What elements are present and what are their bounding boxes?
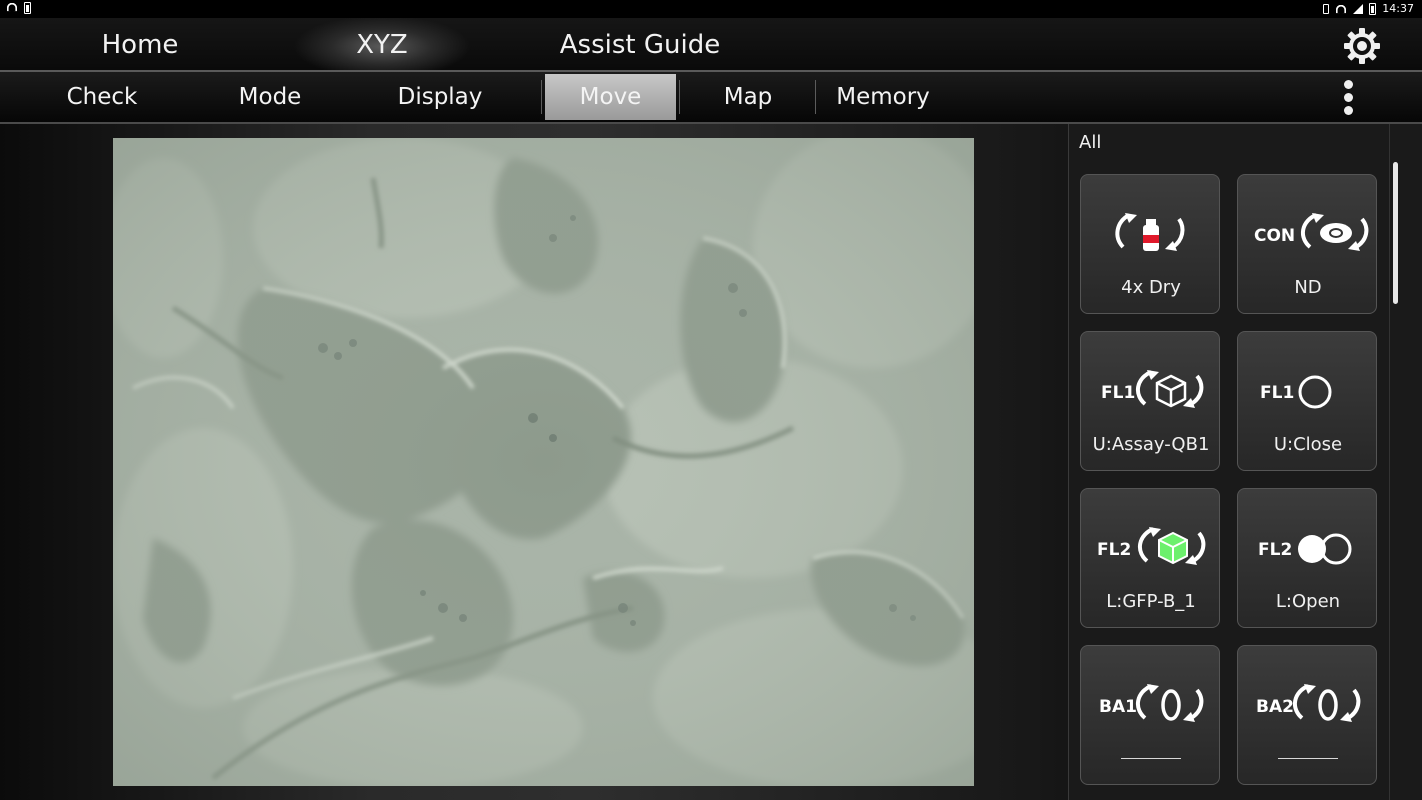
card-condenser[interactable]: CON ND (1237, 174, 1377, 314)
card-label: ND (1294, 277, 1322, 298)
status-left (6, 2, 31, 14)
status-right: 14:37 (1323, 2, 1414, 15)
vibrate-icon (1323, 3, 1330, 14)
top-nav: Home XYZ Assist Guide (0, 18, 1422, 72)
panel-scrollbar[interactable] (1393, 162, 1398, 304)
card-label: U:Close (1273, 434, 1343, 455)
battery-small-icon (24, 2, 31, 14)
status-bar: 14:37 (0, 0, 1422, 18)
card-objective[interactable]: 4x Dry (1080, 174, 1220, 314)
card-prefix: BA1 (1099, 697, 1137, 717)
wifi-question-icon (6, 2, 18, 12)
battery-icon (1369, 2, 1377, 15)
tab-check[interactable]: Check (40, 74, 164, 120)
tab-divider (815, 80, 816, 114)
tab-divider (679, 80, 680, 114)
device-card-list: 4x Dry CON ND FL1 U:Assay-QB1 FL1 U:Clos… (1069, 164, 1389, 800)
card-ba1[interactable]: BA1 (1080, 645, 1220, 785)
gfp-cube-rotate-icon: FL2 (1097, 527, 1206, 565)
sub-nav: Check Mode Display Move Map Memory (0, 72, 1422, 124)
tab-home[interactable]: Home (70, 18, 210, 70)
card-prefix: FL1 (1101, 383, 1135, 403)
tab-move[interactable]: Move (545, 74, 676, 120)
card-label: L:GFP-B_1 (1106, 591, 1196, 612)
tab-display[interactable]: Display (370, 74, 510, 120)
empty-value-dash (1121, 758, 1181, 759)
card-label: U:Assay-QB1 (1092, 434, 1210, 455)
card-prefix: CON (1254, 226, 1295, 246)
filter-cube-rotate-icon: FL1 (1101, 370, 1204, 408)
barrier-rotate-icon: BA2 (1256, 684, 1361, 722)
status-time: 14:37 (1382, 2, 1414, 15)
microscope-live-image[interactable] (113, 138, 974, 786)
card-prefix: BA2 (1256, 697, 1294, 717)
objective-rotate-icon (1115, 213, 1185, 251)
card-label: 4x Dry (1121, 277, 1181, 298)
empty-value-dash (1278, 758, 1338, 759)
card-prefix: FL1 (1260, 383, 1294, 403)
barrier-rotate-icon: BA1 (1099, 684, 1204, 722)
card-label: L:Open (1275, 591, 1341, 612)
device-panel: All 4x Dry CON ND FL1 U:Assay-QB1 FL1 U:… (1068, 124, 1422, 800)
tab-xyz[interactable]: XYZ (282, 18, 482, 70)
screen: 14:37 Home XYZ Assist Guide Check Mode D… (0, 0, 1422, 800)
main-view (0, 124, 1068, 800)
tab-mode[interactable]: Mode (210, 74, 330, 120)
panel-divider (1389, 124, 1390, 800)
panel-title: All (1079, 132, 1102, 153)
more-vertical-icon[interactable] (1340, 80, 1356, 116)
signal-icon (1353, 3, 1364, 14)
condenser-rotate-icon: CON (1254, 213, 1369, 251)
tab-assist-guide[interactable]: Assist Guide (540, 18, 740, 70)
card-fl1-shutter[interactable]: FL1 U:Close (1237, 331, 1377, 471)
card-ba2[interactable]: BA2 (1237, 645, 1377, 785)
card-fl1-filter[interactable]: FL1 U:Assay-QB1 (1080, 331, 1220, 471)
tab-map[interactable]: Map (688, 74, 808, 120)
tab-memory[interactable]: Memory (820, 74, 946, 120)
gear-icon[interactable] (1342, 26, 1382, 66)
card-prefix: FL2 (1258, 540, 1292, 560)
shutter-open-icon: FL2 (1258, 533, 1352, 565)
wifi-icon (1336, 4, 1347, 13)
card-fl2-shutter[interactable]: FL2 L:Open (1237, 488, 1377, 628)
shutter-closed-icon: FL1 (1260, 375, 1332, 409)
tab-divider (541, 80, 542, 114)
card-fl2-filter[interactable]: FL2 L:GFP-B_1 (1080, 488, 1220, 628)
card-prefix: FL2 (1097, 540, 1131, 560)
